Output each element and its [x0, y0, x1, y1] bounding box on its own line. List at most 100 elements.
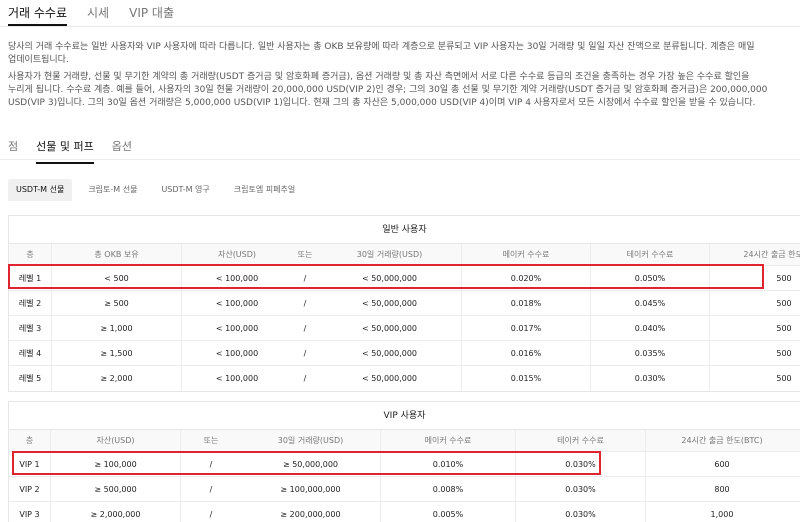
column-header: 30일 거래량(USD): [241, 430, 381, 451]
table-cell: ≥ 500: [52, 291, 182, 315]
table-cell: ≥ 50,000,000: [241, 452, 381, 476]
subtab-futures-perps[interactable]: 선물 및 퍼프: [36, 138, 94, 164]
table-title: 일반 사용자: [9, 216, 800, 244]
table-cell: 레벨 2: [9, 291, 52, 315]
table-cell: ≥ 500,000: [51, 477, 181, 501]
table-cell: VIP 2: [9, 477, 51, 501]
table-cell: 1,000: [710, 510, 734, 519]
table-cell: < 50,000,000: [318, 291, 462, 315]
pill-usdt-m-perpetual[interactable]: USDT-M 영구: [153, 179, 217, 201]
table-cell: < 100,000: [215, 323, 259, 333]
vip-tier-row: VIP 1 ≥ 100,000 / ≥ 50,000,000 0.010% 0.030% 6…: [9, 452, 800, 477]
column-header: 또는: [297, 250, 313, 259]
table-cell: /: [303, 374, 307, 383]
table-cell: 500: [776, 323, 792, 333]
table-cell: < 500: [52, 266, 182, 290]
intro-line: 사용자가 현물 거래량, 선물 및 무기한 계약의 총 거래량(USDT 증거금…: [8, 72, 750, 82]
table-cell: /: [209, 459, 213, 469]
regular-tier-row: 레벨 1 < 500 < 100,000 / < 50,000,000 0.020% 0.0…: [9, 266, 800, 291]
table-cell: ≥ 1,500: [52, 341, 182, 365]
table-cell: < 100,000: [215, 298, 259, 308]
contract-type-pills: USDT-M 선물 크립토-M 선물 USDT-M 영구 크립토엠 피페추얼: [8, 179, 311, 201]
table-cell: 600: [714, 459, 730, 469]
table-cell: 0.010%: [381, 452, 516, 476]
table-cell: 0.035%: [591, 341, 710, 365]
table-cell: < 50,000,000: [318, 266, 462, 290]
table-cell: ≥ 100,000,000: [241, 477, 381, 501]
table-cell: ≥ 2,000,000: [51, 502, 181, 522]
table-cell: 레벨 5: [9, 366, 52, 391]
table-cell: ≥ 100,000: [51, 452, 181, 476]
table-title: VIP 사용자: [9, 402, 800, 430]
table-cell: /: [209, 510, 213, 519]
table-cell: < 50,000,000: [318, 366, 462, 391]
table-cell: 0.050%: [591, 266, 710, 290]
table-cell: 0.020%: [462, 266, 591, 290]
regular-tier-row: 레벨 5 ≥ 2,000 < 100,000 / < 50,000,000 0.015% 0…: [9, 366, 800, 391]
table-cell: 레벨 4: [9, 341, 52, 365]
table-cell: 0.030%: [591, 366, 710, 391]
intro-line: USD(VIP 3)입니다. 그의 30일 옵션 거래량은 5,000,000 …: [8, 98, 756, 108]
top-tabs: 거래 수수료 시세 VIP 대출: [8, 0, 194, 26]
table-header-row: 층총 OKB 보유 자산(USD) 또는 30일 거래량(USD) 메이커 수수료 테이커…: [9, 244, 800, 266]
column-header: 층: [9, 430, 51, 451]
table-cell: 0.017%: [462, 316, 591, 340]
vip-tier-row: VIP 2 ≥ 500,000 / ≥ 100,000,000 0.008% 0.030%…: [9, 477, 800, 502]
table-cell: VIP 3: [9, 502, 51, 522]
table-cell: ≥ 200,000,000: [241, 502, 381, 522]
divider: [0, 159, 800, 160]
regular-users-table: 일반 사용자 층총 OKB 보유 자산(USD) 또는 30일 거래량(USD) 메이커…: [8, 215, 800, 392]
column-header: 자산(USD): [217, 250, 257, 259]
subtab-options[interactable]: 옵션: [112, 138, 132, 164]
column-header: 테이커 수수료: [516, 430, 646, 451]
table-cell: 0.015%: [462, 366, 591, 391]
column-header: 자산(USD): [51, 430, 181, 451]
regular-tier-row: 레벨 2 ≥ 500 < 100,000 / < 50,000,000 0.018% 0.0…: [9, 291, 800, 316]
table-cell: /: [303, 273, 307, 283]
pill-crypto-m-futures[interactable]: 크립토-M 선물: [80, 179, 145, 201]
vip-users-table: VIP 사용자 층 자산(USD) 또는 30일 거래량(USD) 메이커 수수료 테이커…: [8, 401, 800, 522]
table-cell: /: [303, 298, 307, 308]
column-header: 총 OKB 보유: [52, 244, 182, 265]
table-cell: 레벨 1: [9, 266, 52, 290]
table-cell: 500: [776, 273, 792, 283]
column-header: 24시간 출금 한도(BTC): [743, 250, 800, 259]
tab-vip-loan[interactable]: VIP 대출: [129, 0, 174, 26]
regular-tier-row: 레벨 4 ≥ 1,500 < 100,000 / < 50,000,000 0.016% 0…: [9, 341, 800, 366]
intro-line: 누리게 됩니다. 수수료 계층. 예를 들어, 사용자의 30일 현물 거래량이…: [8, 85, 768, 95]
divider: [0, 26, 800, 27]
column-header: 또는: [203, 436, 219, 445]
column-header: 24시간 출금 한도(BTC): [681, 436, 763, 445]
column-header: 테이커 수수료: [591, 244, 710, 265]
table-cell: < 100,000: [215, 273, 259, 283]
table-cell: < 50,000,000: [318, 341, 462, 365]
table-cell: /: [303, 323, 307, 333]
column-header: 30일 거래량(USD): [318, 244, 462, 265]
table-cell: VIP 1: [9, 452, 51, 476]
subtab-spot[interactable]: 점: [8, 138, 18, 164]
table-cell: < 100,000: [215, 374, 259, 383]
column-header: 메이커 수수료: [381, 430, 516, 451]
table-cell: 0.016%: [462, 341, 591, 365]
tab-trading-fees[interactable]: 거래 수수료: [8, 0, 68, 26]
table-cell: 0.018%: [462, 291, 591, 315]
table-cell: < 50,000,000: [318, 316, 462, 340]
table-cell: 500: [776, 348, 792, 358]
intro-line: 당사의 거래 수수료는 일반 사용자와 VIP 사용자에 따라 다릅니다. 일반…: [8, 42, 755, 52]
pill-crypto-m-perpetual[interactable]: 크립토엠 피페추얼: [226, 179, 303, 201]
tab-market[interactable]: 시세: [87, 0, 109, 26]
table-cell: 0.030%: [516, 477, 646, 501]
market-subtabs: 점 선물 및 퍼프 옵션: [8, 138, 150, 164]
table-cell: /: [209, 484, 213, 494]
pill-usdt-m-futures[interactable]: USDT-M 선물: [8, 179, 73, 201]
table-cell: 0.030%: [516, 502, 646, 522]
vip-tier-row: VIP 3 ≥ 2,000,000 / ≥ 200,000,000 0.005% 0.03…: [9, 502, 800, 522]
table-cell: 500: [776, 298, 792, 308]
table-cell: 0.030%: [516, 452, 646, 476]
table-cell: 레벨 3: [9, 316, 52, 340]
table-cell: 0.045%: [591, 291, 710, 315]
table-cell: ≥ 2,000: [52, 366, 182, 391]
table-cell: 0.040%: [591, 316, 710, 340]
column-header: 층: [9, 244, 52, 265]
table-cell: 0.008%: [381, 477, 516, 501]
